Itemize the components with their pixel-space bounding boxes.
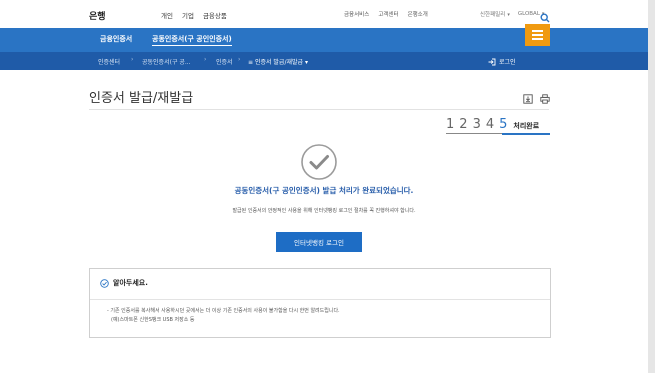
result-subtext: 발급된 인증서의 안정적인 사용을 위해 인터넷뱅킹 로그인 절차를 꼭 진행하… (232, 208, 416, 214)
nav-financial-certificate[interactable]: 금융인증서 (100, 34, 132, 44)
scrollbar[interactable] (648, 0, 655, 373)
notice-box: 알아두세요. - 기존 인증서를 복사해서 사용하시던 곳에서는 더 이상 기존… (89, 268, 551, 338)
step-indicator: 1 2 3 4 5 처리완료 (446, 117, 539, 132)
chevron-down-icon: ▾ (303, 59, 308, 66)
check-circle-icon (300, 143, 338, 181)
step-5-current: 5 (499, 117, 508, 132)
language-bar: 신한패밀리 ▾ GLOBAL ▾ (480, 10, 544, 18)
chevron-right-icon: › (131, 56, 134, 63)
chevron-down-icon: ▾ (507, 12, 510, 18)
step-1: 1 (446, 117, 455, 132)
utility-customer-center[interactable]: 고객센터 (378, 10, 398, 18)
breadcrumb: 인증센터 › 공동인증서(구 공... › 인증서 › ≡ 인증서 발급/재발급… (0, 52, 648, 70)
family-sites-label: 신한패밀리 (480, 12, 506, 18)
page-title: 인증서 발급/재발급 (89, 91, 194, 106)
title-divider (89, 109, 549, 110)
page: 은행 개인 기업 금융상품 금융서비스 고객센터 은행소개 신한패밀리 ▾ GLO… (0, 0, 648, 373)
family-sites-dropdown[interactable]: 신한패밀리 ▾ (480, 10, 510, 18)
internet-banking-login-button[interactable]: 인터넷뱅킹 로그인 (276, 232, 362, 252)
breadcrumb-item-joint-cert[interactable]: 공동인증서(구 공... (142, 57, 191, 66)
login-icon (488, 58, 496, 65)
utility-financial-services[interactable]: 금융서비스 (344, 10, 369, 18)
list-icon: ≡ (248, 59, 255, 66)
breadcrumb-item-certificate[interactable]: 인증서 (216, 57, 233, 66)
top-nav-personal[interactable]: 개인 (161, 10, 173, 20)
breadcrumb-item-current[interactable]: ≡ 인증서 발급/재발급 ▾ (248, 57, 308, 66)
check-circle-icon (100, 278, 109, 288)
hamburger-menu-button[interactable] (525, 24, 550, 46)
chevron-right-icon: › (204, 56, 207, 63)
top-nav: 개인 기업 금융상품 (161, 10, 227, 20)
login-link[interactable]: 로그인 (488, 57, 516, 66)
login-label: 로그인 (499, 59, 516, 66)
download-icon[interactable] (523, 89, 533, 104)
bank-logo[interactable]: 은행 (89, 9, 106, 22)
breadcrumb-item-cert-center[interactable]: 인증센터 (98, 57, 120, 66)
breadcrumb-current-label: 인증서 발급/재발급 (254, 59, 304, 66)
print-icon[interactable] (540, 89, 550, 104)
utility-about-bank[interactable]: 은행소개 (408, 10, 428, 18)
main-nav: 금융인증서 공동인증서(구 공인인증서) (0, 28, 648, 52)
step-2: 2 (459, 117, 468, 132)
nav-joint-certificate[interactable]: 공동인증서(구 공인인증서) (152, 34, 232, 46)
global-label: GLOBAL (517, 11, 540, 17)
top-bar: 은행 개인 기업 금융상품 금융서비스 고객센터 은행소개 신한패밀리 ▾ GLO… (0, 0, 648, 28)
notice-divider (90, 299, 550, 300)
top-nav-products[interactable]: 금융상품 (203, 10, 227, 20)
notice-header: 알아두세요. (100, 278, 148, 288)
step-4: 4 (485, 117, 495, 132)
utility-links: 금융서비스 고객센터 은행소개 (344, 10, 428, 18)
step-underline (446, 132, 550, 135)
step-current-label: 처리완료 (513, 122, 540, 130)
notice-title: 알아두세요. (113, 279, 148, 287)
notice-text: - 기존 인증서를 복사해서 사용하시던 곳에서는 더 이상 기존 인증서의 사… (107, 308, 340, 314)
notice-example: (예)스마트폰 신한S뱅크 USB 저장소 등 (111, 317, 195, 323)
search-icon[interactable] (540, 8, 550, 23)
result-message: 공동인증서(구 공인인증서) 발급 처리가 완료되었습니다. (234, 186, 414, 195)
top-nav-business[interactable]: 기업 (182, 10, 194, 20)
page-tools (523, 89, 550, 104)
chevron-right-icon: › (238, 56, 241, 63)
step-3: 3 (472, 117, 481, 132)
